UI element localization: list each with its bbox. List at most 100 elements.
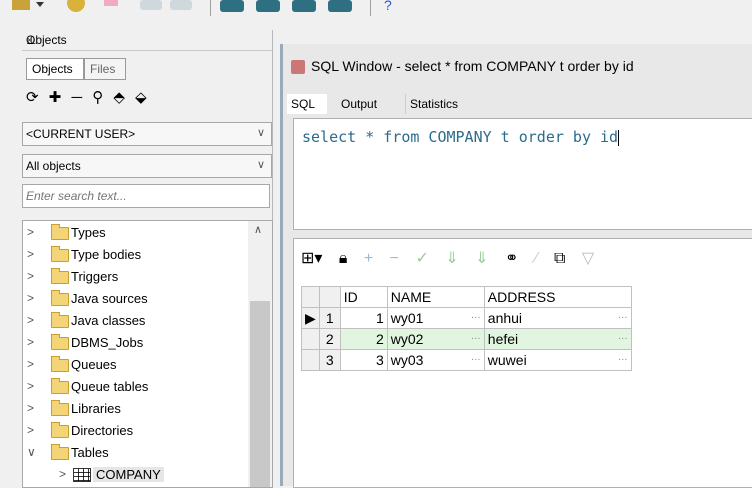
lock-icon[interactable]: 🔒︎ [339, 250, 348, 267]
expand-chevron-icon[interactable]: ∨ [27, 445, 36, 459]
table-icon [73, 468, 91, 482]
eraser-icon[interactable]: ⁄ [535, 250, 538, 267]
db-disabled-icon[interactable] [170, 0, 192, 10]
tree-item[interactable]: > DBMS_Jobs [23, 333, 249, 353]
tree-item-label: Queues [71, 357, 117, 372]
user-combo[interactable]: <CURRENT USER> ∨ [22, 122, 272, 146]
expand-chevron-icon[interactable]: > [27, 269, 34, 283]
cell-address-text: anhui [487, 310, 523, 326]
chevron-up-icon[interactable]: ∧ [254, 223, 262, 236]
cell-id[interactable]: 1 [339, 307, 388, 329]
ellipsis-icon[interactable]: … [618, 310, 628, 321]
expand-chevron-icon[interactable]: > [27, 379, 34, 393]
expand-chevron-icon[interactable]: > [27, 357, 34, 371]
tree-item-label: COMPANY [93, 467, 164, 482]
chevron-down-icon: ∨ [256, 159, 265, 171]
results-grid[interactable]: ID NAME ADDRESS ▶ 1 1 wy01 … anhui … 2 2 w… [301, 286, 632, 371]
column-header-id[interactable]: ID [339, 286, 388, 308]
ellipsis-icon[interactable]: … [471, 310, 481, 321]
check-icon[interactable]: ✓ [415, 250, 428, 267]
expand-chevron-icon[interactable]: > [59, 467, 66, 481]
arrow-down-icon[interactable]: ⇓ [475, 250, 488, 267]
cell-address[interactable]: hefei… [483, 328, 632, 350]
grid-icon[interactable]: ⊞▾ [301, 250, 322, 267]
cell-address[interactable]: anhui … [483, 307, 632, 329]
object-tools[interactable]: ⟳ ✚ ─ ⚲ ⬘ ⬙ [26, 88, 150, 108]
tree-scrollbar[interactable]: ∧ [248, 220, 273, 488]
help-icon[interactable]: ? [384, 0, 392, 13]
ellipsis-icon[interactable]: … [471, 352, 481, 363]
database-icon[interactable] [328, 0, 352, 12]
database-icon[interactable] [292, 0, 316, 12]
expand-chevron-icon[interactable]: > [27, 247, 34, 261]
results-toolbar: ⊞▾ 🔒︎ + − ✓ ⇓ ⇓ ⚭ ⁄ ⧉ ▽ [301, 248, 606, 276]
table-row[interactable]: 3 3 wy03… wuwei… [301, 349, 632, 371]
tab-sql-label: SQL [291, 97, 316, 111]
tree-item[interactable]: > Directories [23, 421, 249, 441]
search-field[interactable] [22, 184, 270, 208]
filter-icon[interactable]: ▽ [582, 250, 594, 267]
dropdown-icon[interactable] [36, 2, 44, 7]
tree-item[interactable]: > Libraries [23, 399, 249, 419]
search-input[interactable] [23, 185, 268, 207]
expand-chevron-icon[interactable]: > [27, 313, 34, 327]
toolbar-icons: ? [12, 0, 392, 16]
tab-files[interactable]: Files [84, 58, 126, 80]
tree-item-label: Triggers [71, 269, 119, 284]
tree-item[interactable]: > Java sources [23, 289, 249, 309]
tree-item-label: Java sources [71, 291, 148, 306]
text-caret [618, 129, 620, 146]
ellipsis-icon[interactable]: … [471, 331, 481, 342]
expand-chevron-icon[interactable]: > [27, 291, 34, 305]
sql-window-titlebar: SQL Window - select * from COMPANY t ord… [283, 54, 752, 80]
tab-output[interactable]: Output [337, 94, 403, 114]
tree-item[interactable]: > Triggers [23, 267, 249, 287]
tree-item[interactable]: > COMPANY [23, 465, 249, 485]
filter-combo[interactable]: All objects ∨ [22, 154, 272, 178]
pencil-icon[interactable] [104, 0, 118, 6]
tree-item[interactable]: > Types [23, 223, 249, 243]
gear-icon[interactable] [67, 0, 85, 12]
expand-chevron-icon[interactable]: > [27, 335, 34, 349]
database-icon[interactable] [220, 0, 244, 12]
folder-icon [51, 334, 69, 350]
column-header-name[interactable]: NAME [386, 286, 485, 308]
tree-item[interactable]: > Queues [23, 355, 249, 375]
tab-statistics[interactable]: Statistics [405, 94, 486, 114]
tree-item[interactable]: > Java classes [23, 311, 249, 331]
database-icon[interactable] [256, 0, 280, 12]
folder-icon [51, 268, 69, 284]
cell-id[interactable]: 2 [339, 328, 388, 350]
cell-address[interactable]: wuwei… [483, 349, 632, 371]
tab-sql[interactable]: SQL [287, 94, 327, 114]
plus-icon[interactable]: + [364, 250, 373, 267]
tree-item-label: DBMS_Jobs [71, 335, 144, 350]
sql-editor[interactable]: select * from COMPANY t order by id [293, 118, 752, 230]
folder-icon [51, 422, 69, 438]
expand-chevron-icon[interactable]: > [27, 401, 34, 415]
expand-chevron-icon[interactable]: > [27, 225, 34, 239]
ellipsis-icon[interactable]: … [618, 331, 628, 342]
binoculars-icon[interactable]: ⚭ [505, 250, 518, 267]
ellipsis-icon[interactable]: … [618, 352, 628, 363]
minus-icon[interactable]: − [390, 250, 399, 267]
close-icon[interactable]: × [26, 33, 266, 47]
cell-name[interactable]: wy01… [386, 307, 485, 329]
wrench-icon[interactable] [12, 0, 30, 10]
row-number: 1 [318, 307, 341, 329]
tree-item[interactable]: > Queue tables [23, 377, 249, 397]
tab-objects[interactable]: Objects [26, 58, 84, 80]
db-disabled-icon[interactable] [140, 0, 162, 10]
expand-chevron-icon[interactable]: > [27, 423, 34, 437]
export-icon[interactable]: ⧉ [554, 250, 565, 267]
cell-name[interactable]: wy03… [386, 349, 485, 371]
tree-item[interactable]: > Type bodies [23, 245, 249, 265]
cell-name[interactable]: wy02… [386, 328, 485, 350]
column-header-address[interactable]: ADDRESS [483, 286, 632, 308]
cell-id[interactable]: 3 [339, 349, 388, 371]
arrow-down-icon[interactable]: ⇓ [445, 250, 458, 267]
table-row[interactable]: 2 2 wy02… hefei… [301, 328, 632, 350]
scroll-thumb[interactable] [250, 301, 270, 487]
table-row[interactable]: ▶ 1 1 wy01… anhui… [301, 307, 632, 329]
tree-item[interactable]: ∨ Tables [23, 443, 249, 463]
